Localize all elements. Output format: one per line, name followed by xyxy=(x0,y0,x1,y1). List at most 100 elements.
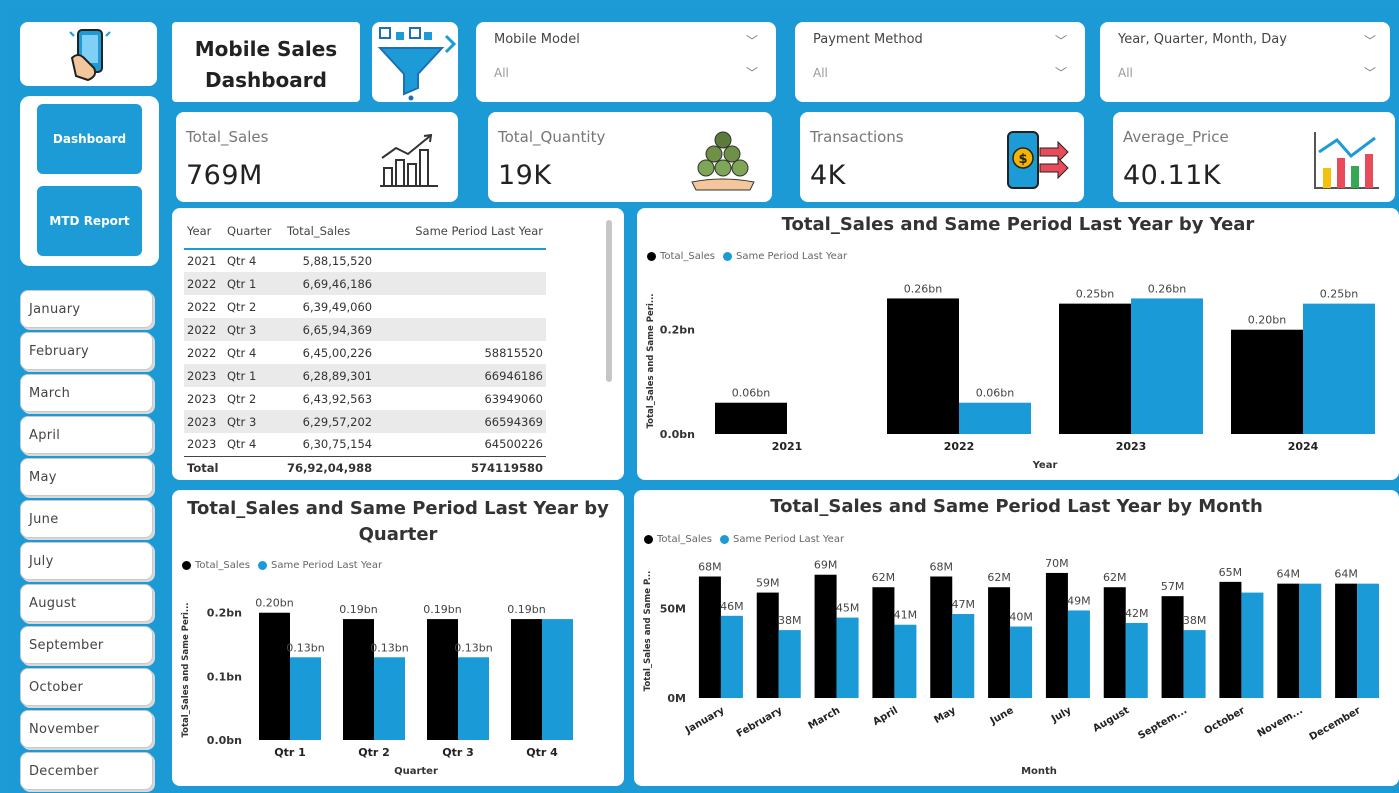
month-item-july[interactable]: July xyxy=(20,542,153,580)
bar-same-period-last-year[interactable] xyxy=(952,614,975,698)
bar-total-sales[interactable] xyxy=(511,619,542,740)
table-row[interactable]: 2022 Qtr 2 6,39,49,060 xyxy=(184,295,546,318)
table-row[interactable]: 2022 Qtr 1 6,69,46,186 xyxy=(184,272,546,295)
bar-total-sales[interactable] xyxy=(1059,303,1131,434)
bar-same-period-last-year[interactable] xyxy=(1241,592,1264,698)
month-item-september[interactable]: September xyxy=(20,626,153,664)
bar-same-period-last-year[interactable] xyxy=(290,657,321,740)
table-cell: 6,28,89,301 xyxy=(284,364,376,387)
slicer-date-hierarchy[interactable]: Year, Quarter, Month, Day All ﹀ ﹀ xyxy=(1100,22,1390,102)
month-item-february[interactable]: February xyxy=(20,332,153,370)
column-header[interactable]: Year xyxy=(184,220,224,250)
bar-total-sales[interactable] xyxy=(1335,583,1358,698)
bar-total-sales[interactable] xyxy=(1161,596,1184,698)
quarter-bar-chart: 0.0bn 0.1bn 0.2bn Total_Sales and Same Peri… xyxy=(181,597,573,777)
bar-total-sales[interactable] xyxy=(930,576,953,698)
table-cell xyxy=(224,455,284,479)
bar-total-sales[interactable] xyxy=(427,619,458,740)
bar-total-sales[interactable] xyxy=(1231,329,1303,434)
bar-total-sales[interactable] xyxy=(259,612,290,740)
x-tick-label: April xyxy=(871,705,900,728)
data-label: 0.13bn xyxy=(286,641,324,654)
trend-chart-icon xyxy=(1314,132,1379,189)
slicer-payment-method[interactable]: Payment Method All ﹀ ﹀ xyxy=(795,22,1085,102)
month-item-august[interactable]: August xyxy=(20,584,153,622)
column-header[interactable]: Total_Sales xyxy=(284,220,376,250)
data-label: 0.19bn xyxy=(507,603,545,616)
month-item-january[interactable]: January xyxy=(20,290,153,328)
nav-mtd-report-button[interactable]: MTD Report xyxy=(37,186,142,256)
chevron-down-icon[interactable]: ﹀ xyxy=(746,32,758,49)
bar-same-period-last-year[interactable] xyxy=(1357,583,1380,698)
bar-total-sales[interactable] xyxy=(1103,587,1126,698)
table-row[interactable]: 2023 Qtr 1 6,28,89,301 66946186 xyxy=(184,364,546,387)
bar-same-period-last-year[interactable] xyxy=(1010,626,1033,698)
x-tick-label: March xyxy=(807,705,843,732)
bar-total-sales[interactable] xyxy=(872,587,895,698)
chevron-down-icon[interactable]: ﹀ xyxy=(1364,64,1376,81)
bar-same-period-last-year[interactable] xyxy=(542,619,573,740)
x-axis-label: Month xyxy=(1021,766,1057,777)
bar-total-sales[interactable] xyxy=(698,576,721,698)
table-row[interactable]: 2023 Qtr 2 6,43,92,563 63949060 xyxy=(184,387,546,410)
table-row[interactable]: 2023 Qtr 3 6,29,57,202 66594369 xyxy=(184,410,546,433)
bar-total-sales[interactable] xyxy=(756,592,779,698)
bar-total-sales[interactable] xyxy=(1045,572,1068,698)
bar-total-sales[interactable] xyxy=(1219,581,1242,698)
nav-dashboard-button[interactable]: Dashboard xyxy=(37,104,142,174)
table-row[interactable]: 2021 Qtr 4 5,88,15,520 xyxy=(184,249,546,272)
kpi-transactions: Transactions 4K $ xyxy=(800,112,1084,202)
bar-same-period-last-year[interactable] xyxy=(836,617,859,698)
chevron-down-icon[interactable]: ﹀ xyxy=(1055,64,1067,81)
column-header[interactable]: Quarter xyxy=(224,220,284,250)
bar-same-period-last-year[interactable] xyxy=(1131,298,1203,434)
bar-same-period-last-year[interactable] xyxy=(374,657,405,740)
bar-same-period-last-year[interactable] xyxy=(458,657,489,740)
data-label: 0.19bn xyxy=(423,603,461,616)
table-cell: 2023 xyxy=(184,364,224,387)
bar-total-sales[interactable] xyxy=(343,619,374,740)
bar-same-period-last-year[interactable] xyxy=(1125,622,1148,698)
data-label: 64M xyxy=(1277,568,1301,581)
bar-total-sales[interactable] xyxy=(715,402,787,434)
bar-same-period-last-year[interactable] xyxy=(959,402,1031,434)
table-scrollbar[interactable] xyxy=(606,220,612,382)
x-tick-label: 2023 xyxy=(1116,440,1147,453)
month-item-october[interactable]: October xyxy=(20,668,153,706)
bar-same-period-last-year[interactable] xyxy=(894,624,917,698)
y-axis-label: Total_Sales and Same Peri... xyxy=(646,293,656,428)
column-header[interactable]: Same Period Last Year xyxy=(375,220,546,250)
data-label: 68M xyxy=(698,561,722,574)
slicer-mobile-model[interactable]: Mobile Model All ﹀ ﹀ xyxy=(476,22,776,102)
bar-total-sales[interactable] xyxy=(887,298,959,434)
bar-total-sales[interactable] xyxy=(1277,583,1300,698)
bar-total-sales[interactable] xyxy=(814,574,837,698)
table-row[interactable]: 2022 Qtr 3 6,65,94,369 xyxy=(184,318,546,341)
bar-same-period-last-year[interactable] xyxy=(1303,303,1375,434)
data-label: 0.06bn xyxy=(976,387,1014,400)
chevron-down-icon[interactable]: ﹀ xyxy=(1055,32,1067,49)
x-tick-label: July xyxy=(1049,705,1074,726)
bar-same-period-last-year[interactable] xyxy=(1299,583,1322,698)
month-item-june[interactable]: June xyxy=(20,500,153,538)
slicer-value: All xyxy=(813,66,828,80)
bar-same-period-last-year[interactable] xyxy=(1067,610,1090,698)
table-row[interactable]: 2022 Qtr 4 6,45,00,226 58815520 xyxy=(184,341,546,364)
bar-same-period-last-year[interactable] xyxy=(720,615,743,698)
bar-total-sales[interactable] xyxy=(988,587,1011,698)
bar-same-period-last-year[interactable] xyxy=(778,630,801,698)
x-tick-label: 2022 xyxy=(944,440,975,453)
table-cell: Qtr 1 xyxy=(224,272,284,295)
chevron-down-icon[interactable]: ﹀ xyxy=(746,64,758,81)
month-item-november[interactable]: November xyxy=(20,710,153,748)
month-item-march[interactable]: March xyxy=(20,374,153,412)
table-cell: 6,65,94,369 xyxy=(284,318,376,341)
month-item-april[interactable]: April xyxy=(20,416,153,454)
bar-same-period-last-year[interactable] xyxy=(1183,630,1206,698)
month-item-may[interactable]: May xyxy=(20,458,153,496)
month-item-december[interactable]: December xyxy=(20,752,153,790)
chevron-down-icon[interactable]: ﹀ xyxy=(1364,32,1376,49)
table-row[interactable]: 2023 Qtr 4 6,30,75,154 64500226 xyxy=(184,433,546,456)
filter-toggle[interactable] xyxy=(372,22,458,102)
table-cell: 6,30,75,154 xyxy=(302,437,373,452)
